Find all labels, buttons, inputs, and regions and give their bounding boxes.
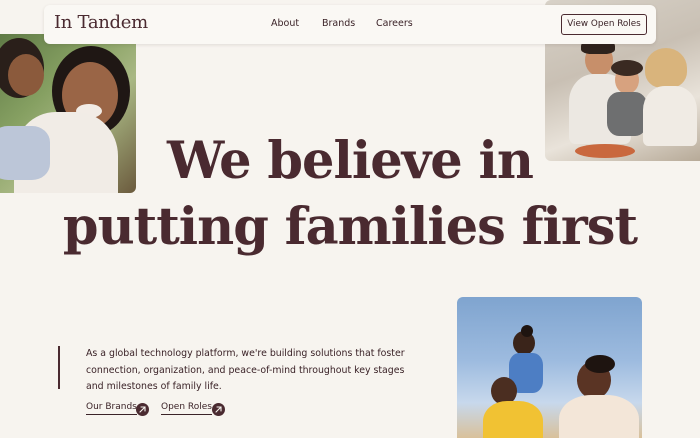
intro-paragraph: As a global technology platform, we're b… bbox=[86, 348, 405, 393]
photo-family-outdoors bbox=[457, 297, 642, 438]
hero-headline-line-2: putting families first bbox=[62, 197, 638, 257]
nav-careers[interactable]: Careers bbox=[376, 18, 413, 29]
view-open-roles-button[interactable]: View Open Roles bbox=[561, 14, 647, 35]
nav-about[interactable]: About bbox=[271, 18, 299, 29]
nav-brands[interactable]: Brands bbox=[322, 18, 355, 29]
arrow-up-right-icon[interactable] bbox=[212, 403, 225, 416]
open-roles-link[interactable]: Open Roles bbox=[161, 402, 212, 415]
hero-headline: We believe in putting families first bbox=[0, 128, 700, 260]
arrow-up-right-icon[interactable] bbox=[136, 403, 149, 416]
our-brands-link[interactable]: Our Brands bbox=[86, 402, 137, 415]
site-header: In Tandem About Brands Careers View Open… bbox=[44, 5, 656, 44]
hero-headline-line-1: We believe in bbox=[167, 131, 534, 191]
intro-divider bbox=[58, 346, 60, 389]
page: In Tandem About Brands Careers View Open… bbox=[0, 0, 700, 438]
logo[interactable]: In Tandem bbox=[54, 12, 148, 33]
